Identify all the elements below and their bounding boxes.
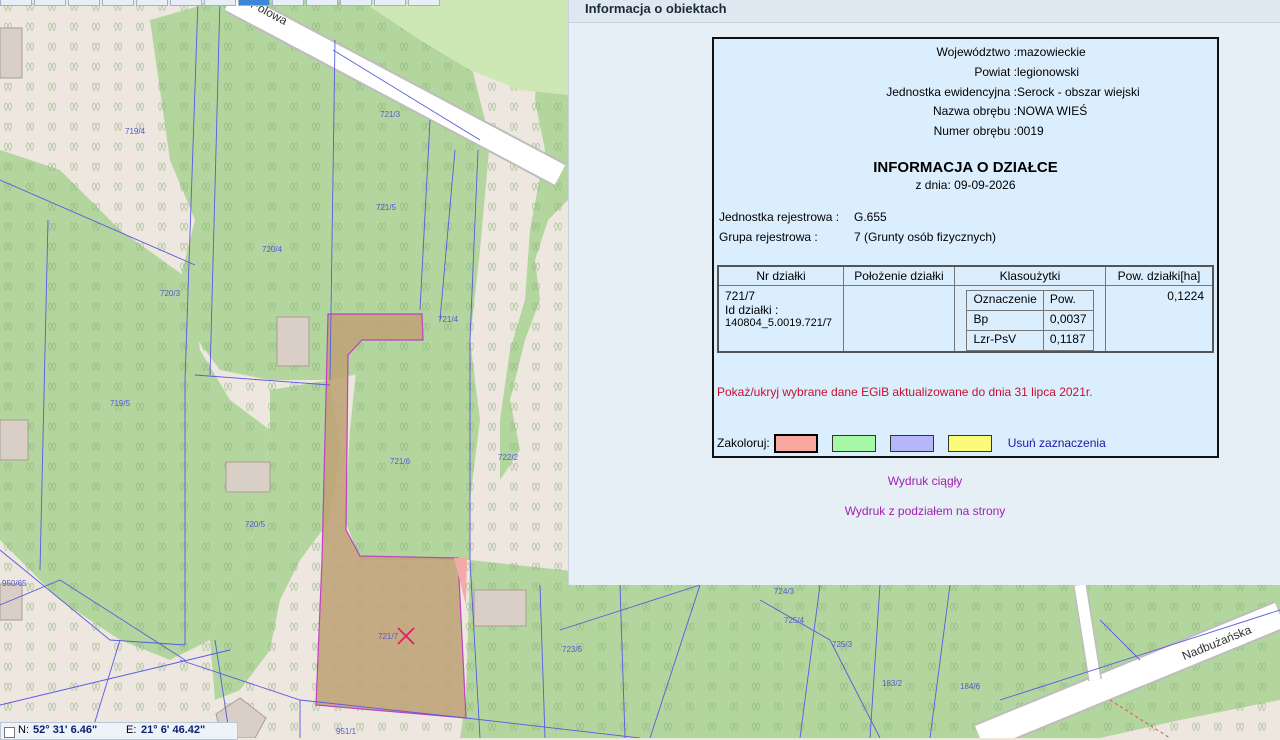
east-label: E: [126,724,137,736]
field-label: Województwo : [936,45,1017,59]
field-row: Województwo : mazowieckie [714,45,1217,63]
parcel-label: 721/4 [438,315,459,324]
field-value: Serock - obszar wiejski [1017,85,1140,99]
parcel-label: 720/5 [245,520,266,529]
parcel-label: 724/3 [774,587,795,596]
land-class-table: Oznaczenie Pow. Bp 0,0037 Lzr-PsV 0,1187 [966,290,1094,351]
toolbar-button[interactable] [340,0,372,6]
clear-selection-link[interactable]: Usuń zaznaczenia [1008,436,1106,450]
toolbar-button[interactable] [204,0,236,6]
toolbar-button[interactable] [170,0,202,6]
color-swatch-red[interactable] [773,433,818,453]
color-swatch-blue[interactable] [889,434,934,452]
parcel-label: 184/6 [960,682,981,691]
field-label: Jednostka ewidencyjna : [886,85,1017,99]
map-toolbar [0,0,440,6]
toolbar-button[interactable] [272,0,304,6]
toolbar-button[interactable] [34,0,66,6]
parcel-info-title: INFORMACJA O DZIAŁCE [873,159,1058,176]
parcel-info-box: Województwo : mazowieckie Powiat : legio… [712,37,1219,458]
parcel-id-value: 140804_5.0019.721/7 [725,317,833,329]
field-value: legionowski [1017,65,1080,79]
land-class-row: Lzr-PsV 0,1187 [966,330,1094,351]
field-label: Powiat : [974,65,1017,79]
toolbar-button[interactable] [374,0,406,6]
field-row: Jednostka ewidencyjna : Serock - obszar … [714,85,1217,103]
object-info-panel: Informacja o obiektach Województwo : maz… [568,0,1280,585]
parcel-label: 950/65 [2,579,27,588]
toolbar-button[interactable] [102,0,134,6]
toolbar-button[interactable] [0,0,32,6]
column-header: Pow. działki[ha] [1105,265,1214,286]
field-value: NOWA WIEŚ [1017,104,1088,118]
table-row: 721/7 Id działki : 140804_5.0019.721/7 O… [717,285,1214,353]
parcel-label-selected: 721/7 [378,632,399,641]
panel-title: Informacja o obiektach [569,0,1280,23]
parcel-label: 721/5 [376,203,397,212]
toggle-egib-data-link[interactable]: Pokaż/ukryj wybrane dane EGiB aktualizow… [717,385,1093,399]
field-row: Powiat : legionowski [714,65,1217,83]
parcel-label: 719/4 [125,127,146,136]
parcel-label: 721/3 [380,110,401,119]
parcel-label: 725/3 [832,640,853,649]
toolbar-button[interactable] [68,0,100,6]
toolbar-button-active[interactable] [238,0,270,6]
parcel-id-label: Id działki : [725,303,779,317]
parcel-area-cell: 0,1224 [1105,285,1214,353]
toolbar-button[interactable] [136,0,168,6]
colorize-label: Zakoloruj: [717,436,770,450]
field-value: mazowieckie [1017,45,1086,59]
column-header: Położenie działki [843,265,955,286]
coordinates-bar: N: 52° 31' 6.46" E: 21° 6' 46.42" [0,722,238,740]
land-class-row: Bp 0,0037 [966,310,1094,331]
field-value: 0019 [1017,124,1044,138]
parcel-number: 721/7 [725,289,756,303]
north-label: N: [18,724,29,736]
parcel-label: 719/5 [110,399,131,408]
registry-label: Grupa rejestrowa : [719,230,818,244]
land-class-header: Pow. [1042,290,1094,311]
land-class-code: Bp [966,310,1044,331]
colorize-bar: Zakoloruj: Usuń zaznaczenia [717,433,1106,453]
registry-label: Jednostka rejestrowa : [719,210,840,224]
parcel-number-cell: 721/7 Id działki : 140804_5.0019.721/7 [717,285,844,353]
print-paged-link[interactable]: Wydruk z podziałem na strony [569,504,1280,518]
north-value: 52° 31' 6.46" [33,724,98,736]
registry-row: Jednostka rejestrowa : G.655 [719,210,887,224]
parcel-location-cell [843,285,955,353]
field-row: Nazwa obrębu : NOWA WIEŚ [714,104,1217,122]
parcel-label: 723/5 [562,645,583,654]
info-date: z dnia: 09-09-2026 [915,178,1016,192]
field-label: Nazwa obrębu : [932,104,1017,118]
parcel-label: 720/4 [262,245,283,254]
field-row: Numer obrębu : 0019 [714,124,1217,142]
land-class-area: 0,0037 [1042,310,1094,331]
coords-checkbox[interactable] [4,727,15,738]
land-class-cell: Oznaczenie Pow. Bp 0,0037 Lzr-PsV 0,1187 [954,285,1106,353]
field-label: Numer obrębu : [933,124,1017,138]
parcel-label: 721/6 [390,457,411,466]
color-swatch-yellow[interactable] [947,434,992,452]
land-class-header-row: Oznaczenie Pow. [966,290,1094,311]
color-swatch-green[interactable] [831,434,876,452]
parcel-label: 183/2 [882,679,903,688]
column-header: Nr działki [717,265,844,286]
registry-value: 7 (Grunty osób fizycznych) [854,230,997,244]
print-continuous-link[interactable]: Wydruk ciągły [569,474,1280,488]
toolbar-button[interactable] [306,0,338,6]
parcel-label: 725/4 [784,616,805,625]
land-class-code: Lzr-PsV [966,330,1044,351]
parcel-label: 951/1 [336,727,357,736]
table-header-row: Nr działki Położenie działki Klasoużytki… [717,265,1214,286]
land-class-area: 0,1187 [1042,330,1094,351]
column-header: Klasoużytki [954,265,1106,286]
land-class-header: Oznaczenie [966,290,1044,311]
parcel-label: 722/2 [498,453,519,462]
registry-row: Grupa rejestrowa : 7 (Grunty osób fizycz… [719,230,996,244]
registry-value: G.655 [854,210,887,224]
toolbar-button[interactable] [408,0,440,6]
parcel-table: Nr działki Położenie działki Klasoużytki… [717,265,1214,353]
parcel-label: 720/3 [160,289,181,298]
east-value: 21° 6' 46.42" [141,724,206,736]
